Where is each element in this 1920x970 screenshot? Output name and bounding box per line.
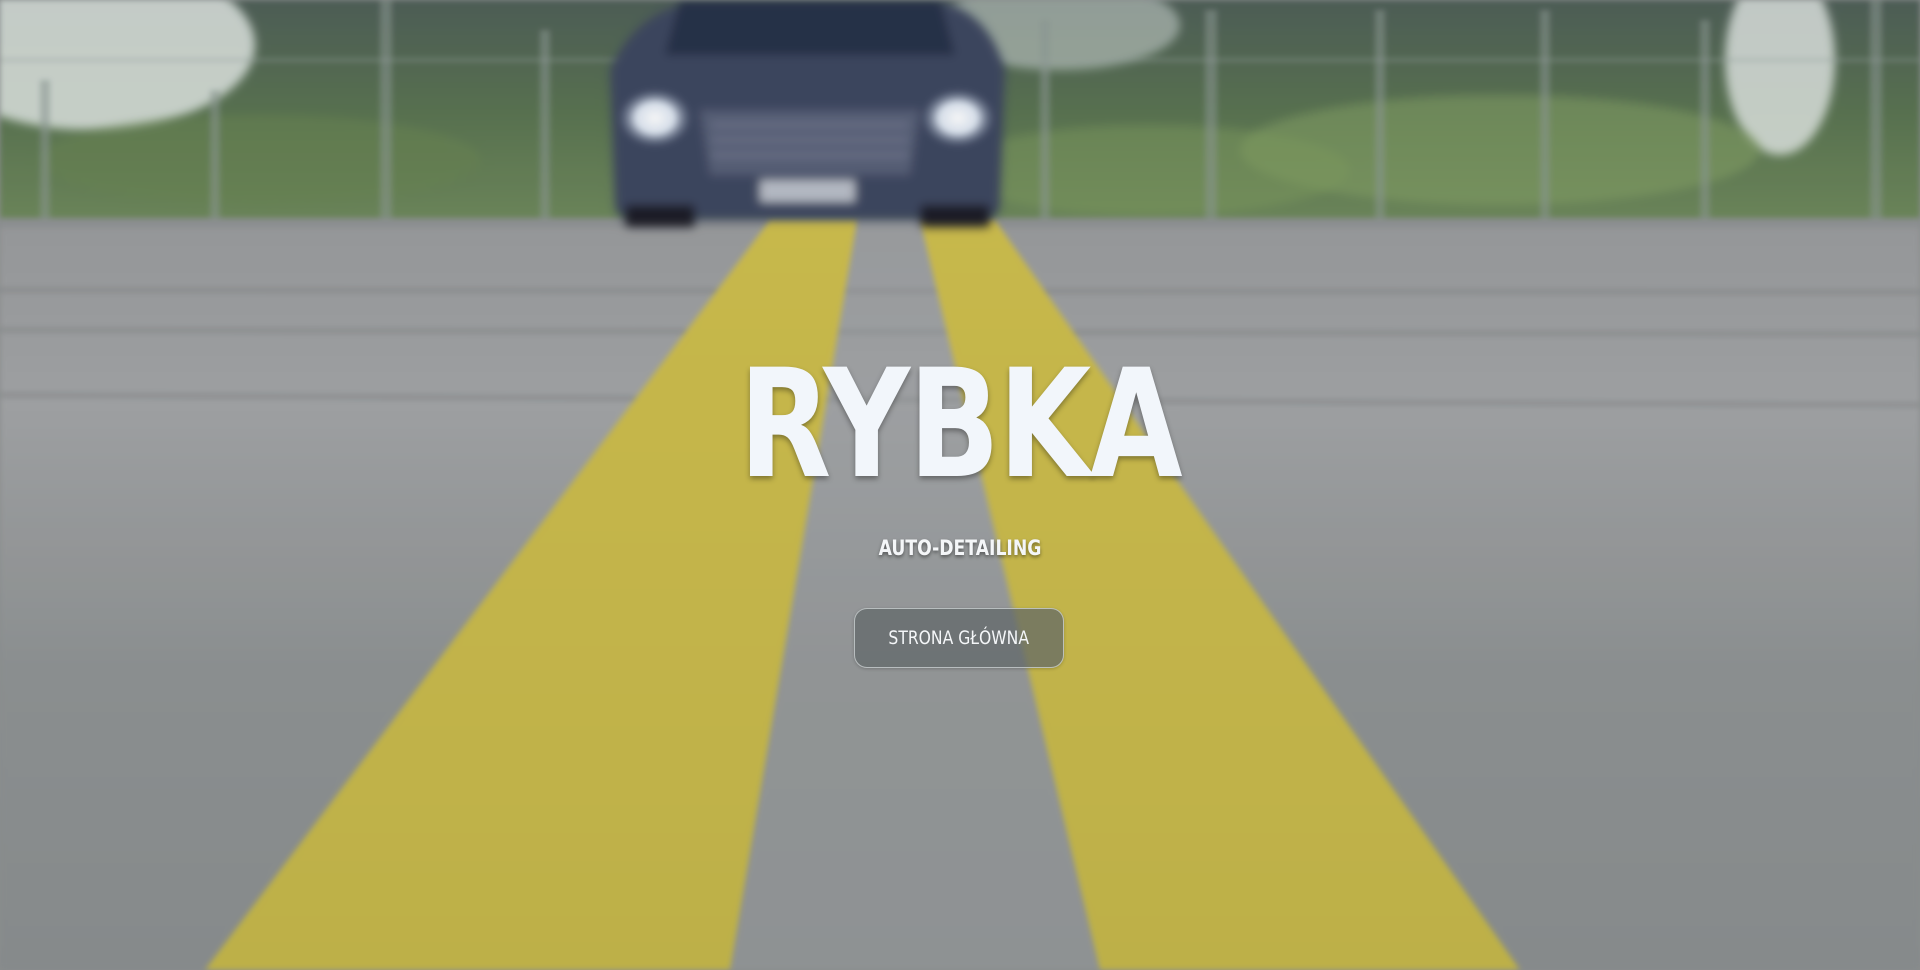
brand-subtitle: AUTO-DETAILING — [878, 536, 1042, 560]
hero-content: RYBKA AUTO-DETAILING STRONA GŁÓWNA — [0, 0, 1920, 970]
home-page-button-label: STRONA GŁÓWNA — [888, 627, 1030, 649]
home-page-button[interactable]: STRONA GŁÓWNA — [854, 608, 1064, 668]
hero-section: RYBKA AUTO-DETAILING STRONA GŁÓWNA — [0, 0, 1920, 970]
brand-title: RYBKA — [738, 338, 1183, 512]
